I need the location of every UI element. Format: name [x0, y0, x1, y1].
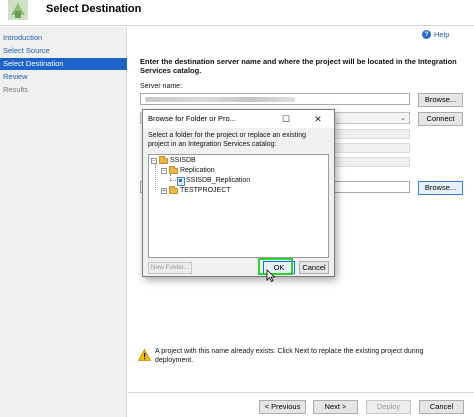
next-button[interactable]: Next > — [313, 400, 358, 414]
folder-tree[interactable]: − SSISDB − Replication SSISDB_Replicatio… — [148, 154, 329, 258]
page-title: Select Destination — [46, 3, 142, 15]
help-icon: ? — [422, 30, 431, 39]
tree-item-root[interactable]: − SSISDB — [151, 156, 196, 166]
chevron-down-icon: ⌄ — [400, 115, 406, 122]
folder-icon — [169, 186, 178, 194]
disabled-field — [328, 129, 410, 139]
collapse-icon[interactable]: − — [161, 168, 167, 174]
expand-icon[interactable]: + — [161, 188, 167, 194]
deploy-button: Deploy — [366, 400, 411, 414]
destination-instructions: Enter the destination server name and wh… — [140, 57, 457, 75]
sidebar-item-select-source[interactable]: Select Source — [0, 45, 127, 57]
tree-label: SSISDB_Replication — [186, 177, 251, 184]
warning-message: A project with this name already exists.… — [155, 348, 424, 364]
sidebar-item-introduction[interactable]: Introduction — [0, 32, 127, 44]
wizard-logo-icon — [8, 0, 28, 20]
browse-folder-dialog: Browse for Folder or Pro... ☐ ✕ Select a… — [142, 109, 335, 277]
tree-connector — [155, 164, 156, 190]
dialog-titlebar[interactable]: Browse for Folder or Pro... ☐ ✕ — [143, 110, 334, 128]
help-label: Help — [434, 30, 450, 39]
tree-label: TESTPROJECT — [180, 187, 231, 194]
folder-icon — [159, 156, 168, 164]
connect-button[interactable]: Connect — [418, 112, 463, 126]
dialog-title: Browse for Folder or Pro... — [148, 114, 236, 123]
tree-label: Replication — [180, 167, 215, 174]
footer-divider — [128, 392, 474, 393]
disabled-field — [328, 157, 410, 167]
cursor-icon — [266, 269, 276, 282]
collapse-icon[interactable]: − — [151, 158, 157, 164]
project-icon — [177, 177, 185, 186]
maximize-icon[interactable]: ☐ — [279, 112, 293, 126]
tree-label: SSISDB — [170, 157, 196, 164]
wizard-header: Select Destination — [0, 0, 474, 26]
tree-item-folder[interactable]: + TESTPROJECT — [161, 186, 231, 196]
server-name-label: Server name: — [140, 83, 183, 90]
wizard-sidebar: Introduction Select Source Select Destin… — [0, 27, 127, 417]
help-link[interactable]: ? Help — [422, 30, 449, 39]
sidebar-item-review[interactable]: Review — [0, 71, 127, 83]
path-browse-button[interactable]: Browse... — [418, 181, 463, 195]
server-name-input[interactable] — [140, 93, 410, 105]
close-icon[interactable]: ✕ — [311, 112, 325, 126]
cancel-button[interactable]: Cancel — [419, 400, 464, 414]
redacted-server-name — [145, 97, 295, 102]
new-folder-button: New Folder... — [148, 262, 192, 274]
tree-item-project[interactable]: SSISDB_Replication — [177, 176, 250, 186]
dialog-body: Select a folder for the project or repla… — [143, 128, 334, 276]
previous-button[interactable]: < Previous — [259, 400, 306, 414]
folder-icon — [169, 166, 178, 174]
dialog-instructions: Select a folder for the project or repla… — [148, 132, 306, 148]
sidebar-item-results: Results — [3, 85, 29, 94]
sidebar-item-select-destination[interactable]: Select Destination — [0, 58, 127, 70]
server-browse-button[interactable]: Browse... — [418, 93, 463, 107]
warning-icon — [138, 349, 151, 361]
tree-item-folder[interactable]: − Replication — [161, 166, 215, 176]
tree-connector — [170, 180, 176, 181]
dialog-cancel-button[interactable]: Cancel — [299, 261, 329, 274]
disabled-field — [328, 143, 410, 153]
